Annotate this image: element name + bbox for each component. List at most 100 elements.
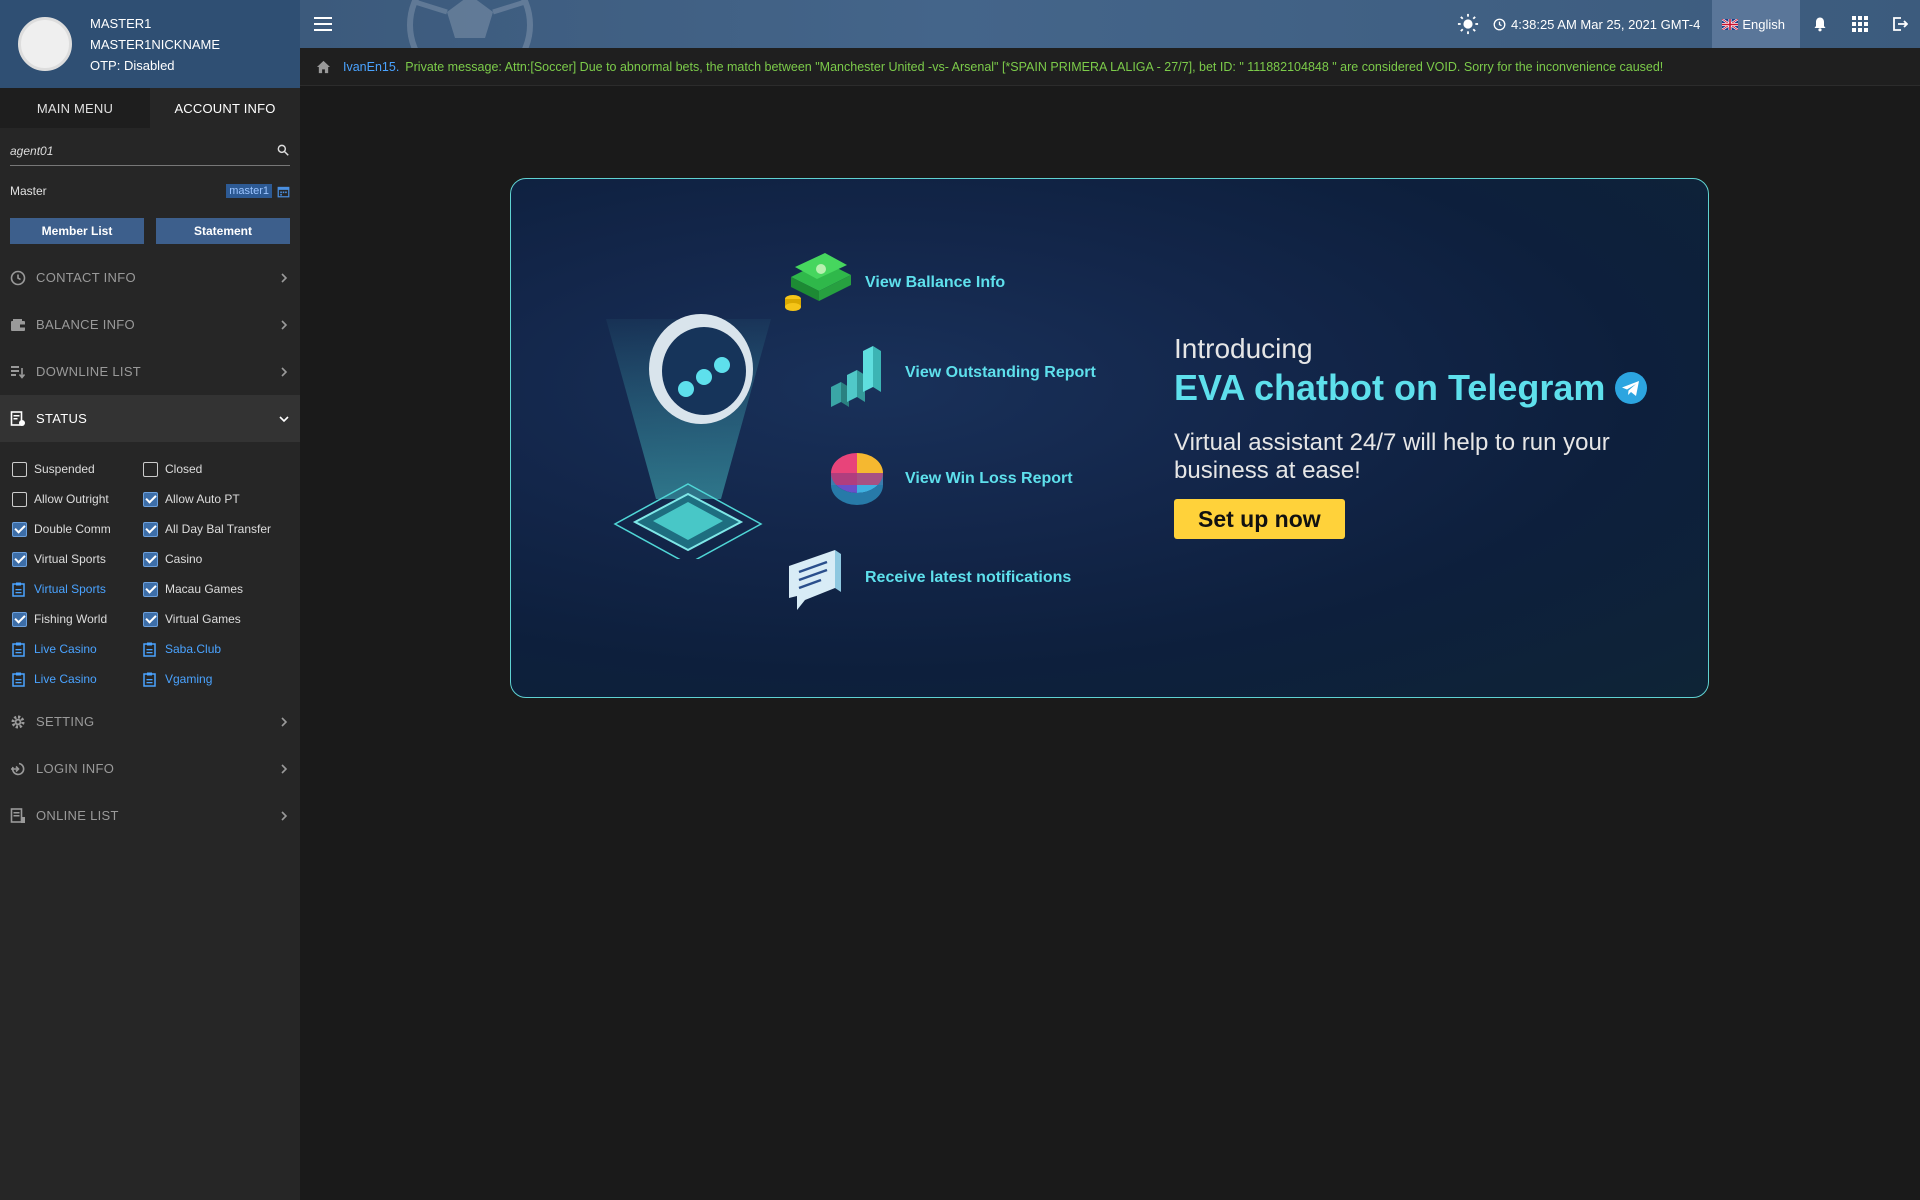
checkbox-checked[interactable] <box>143 581 158 597</box>
calendar-icon[interactable] <box>277 185 290 198</box>
status-checkbox[interactable]: Casino <box>143 550 274 568</box>
status-link[interactable]: Virtual Sports <box>12 580 143 598</box>
user-name: MASTER1 <box>90 15 152 31</box>
section-contact-info[interactable]: CONTACT INFO <box>0 254 300 301</box>
sidebar: MASTER1 MASTER1NICKNAME OTP: Disabled MA… <box>0 0 300 1200</box>
telegram-promo-banner[interactable]: View Ballance Info View Outstanding Repo… <box>510 178 1709 698</box>
view-outstanding-report-link[interactable]: View Outstanding Report <box>821 337 1096 409</box>
checkbox-checked[interactable] <box>12 521 27 537</box>
chevron-right-icon <box>281 272 288 283</box>
section-label: ONLINE LIST <box>36 808 119 823</box>
status-link[interactable]: Vgaming <box>143 670 274 688</box>
section-label: LOGIN INFO <box>36 761 115 776</box>
view-balance-info-link[interactable]: View Ballance Info <box>781 247 1005 319</box>
chevron-right-icon <box>281 716 288 727</box>
section-setting[interactable]: SETTING <box>0 698 300 745</box>
status-options: Suspended Closed Allow Outright Allow Auto … <box>0 442 300 698</box>
statement-button[interactable]: Statement <box>156 218 290 244</box>
status-checkbox[interactable]: Suspended <box>12 460 143 478</box>
action-buttons: Member List Statement <box>10 218 290 244</box>
section-downline-list[interactable]: DOWNLINE LIST <box>0 348 300 395</box>
section-label: STATUS <box>36 411 88 426</box>
section-label: CONTACT INFO <box>36 270 136 285</box>
avatar[interactable] <box>18 17 72 71</box>
account-search <box>10 138 290 166</box>
status-label: Casino <box>165 552 203 566</box>
section-balance-info[interactable]: BALANCE INFO <box>0 301 300 348</box>
search-icon[interactable] <box>276 143 290 157</box>
apps-grid-icon[interactable] <box>1852 16 1868 32</box>
promo-title: EVA chatbot on Telegram <box>1174 367 1674 409</box>
status-label: Allow Auto PT <box>165 492 240 506</box>
chevron-down-icon <box>279 415 289 422</box>
list-icon <box>10 807 25 823</box>
bell-icon[interactable] <box>1812 16 1828 32</box>
tab-main-menu[interactable]: MAIN MENU <box>0 88 150 128</box>
language-selector[interactable]: English <box>1712 0 1800 48</box>
section-status[interactable]: STATUS <box>0 395 300 442</box>
checkbox-checked[interactable] <box>143 491 158 507</box>
status-checkbox[interactable]: Fishing World <box>12 610 143 628</box>
status-checkbox[interactable]: Macau Games <box>143 580 274 598</box>
tab-account-info[interactable]: ACCOUNT INFO <box>150 88 300 128</box>
datetime-text: 4:38:25 AM Mar 25, 2021 GMT-4 <box>1511 16 1701 32</box>
logout-icon[interactable] <box>1892 16 1908 32</box>
clock-icon <box>10 270 26 285</box>
role-label: Master <box>10 184 47 198</box>
section-label: BALANCE INFO <box>36 317 135 332</box>
status-checkbox[interactable]: Virtual Sports <box>12 550 143 568</box>
datetime-display: 4:38:25 AM Mar 25, 2021 GMT-4 <box>1493 17 1700 32</box>
status-link[interactable]: Live Casino <box>12 640 143 658</box>
brightness-icon[interactable] <box>1457 13 1479 35</box>
status-label: Closed <box>165 462 203 476</box>
sidebar-tabs: MAIN MENU ACCOUNT INFO <box>0 88 300 128</box>
member-list-button[interactable]: Member List <box>10 218 144 244</box>
section-online-list[interactable]: ONLINE LIST <box>0 792 300 839</box>
message-sender[interactable]: IvanEn15. <box>343 60 399 74</box>
status-checkbox[interactable]: Virtual Games <box>143 610 274 628</box>
clipboard-icon <box>12 672 25 687</box>
chevron-right-icon <box>281 366 288 377</box>
status-label: Live Casino <box>34 672 97 686</box>
status-label: Virtual Games <box>165 612 241 626</box>
checkbox-checked[interactable] <box>143 551 158 567</box>
status-checkbox[interactable]: Closed <box>143 460 274 478</box>
checkbox-checked[interactable] <box>143 521 158 537</box>
section-login-info[interactable]: LOGIN INFO <box>0 745 300 792</box>
status-checkbox[interactable]: Double Comm <box>12 520 143 538</box>
top-bar: 4:38:25 AM Mar 25, 2021 GMT-4 English <box>300 0 1920 48</box>
checkbox-unchecked[interactable] <box>143 461 158 477</box>
gear-icon <box>11 715 25 728</box>
feature-label: View Outstanding Report <box>905 364 1096 381</box>
checkbox-unchecked[interactable] <box>12 491 27 507</box>
checkbox-checked[interactable] <box>143 611 158 627</box>
receive-notifications-link[interactable]: Receive latest notifications <box>781 542 1071 614</box>
clipboard-icon <box>12 642 25 657</box>
menu-icon[interactable] <box>314 16 334 32</box>
promo-subtitle: Virtual assistant 24/7 will help to run … <box>1174 429 1610 484</box>
checkbox-checked[interactable] <box>12 611 27 627</box>
status-checkbox[interactable]: Allow Outright <box>12 490 143 508</box>
document-status-icon <box>10 410 25 426</box>
home-icon[interactable] <box>316 60 331 74</box>
chevron-right-icon <box>281 810 288 821</box>
section-label: DOWNLINE LIST <box>36 364 142 379</box>
view-win-loss-report-link[interactable]: View Win Loss Report <box>821 443 1073 515</box>
list-download-icon <box>11 365 26 379</box>
status-link[interactable]: Live Casino <box>12 670 143 688</box>
account-search-input[interactable] <box>10 138 290 164</box>
setup-now-button[interactable]: Set up now <box>1174 499 1345 539</box>
status-link[interactable]: Saba.Club <box>143 640 274 658</box>
status-checkbox[interactable]: Allow Auto PT <box>143 490 274 508</box>
profile-header: MASTER1 MASTER1NICKNAME OTP: Disabled <box>0 0 300 88</box>
status-checkbox[interactable]: All Day Bal Transfer <box>143 520 274 538</box>
telegram-icon <box>1615 372 1648 404</box>
status-label: Macau Games <box>165 582 244 596</box>
clipboard-icon <box>143 672 156 687</box>
checkbox-unchecked[interactable] <box>12 461 27 477</box>
money-stack-icon <box>785 253 851 311</box>
checkbox-checked[interactable] <box>12 551 27 567</box>
otp-status: OTP: Disabled <box>90 57 175 73</box>
status-label: All Day Bal Transfer <box>165 522 272 536</box>
promo-title-text: EVA chatbot on Telegram <box>1174 367 1606 408</box>
